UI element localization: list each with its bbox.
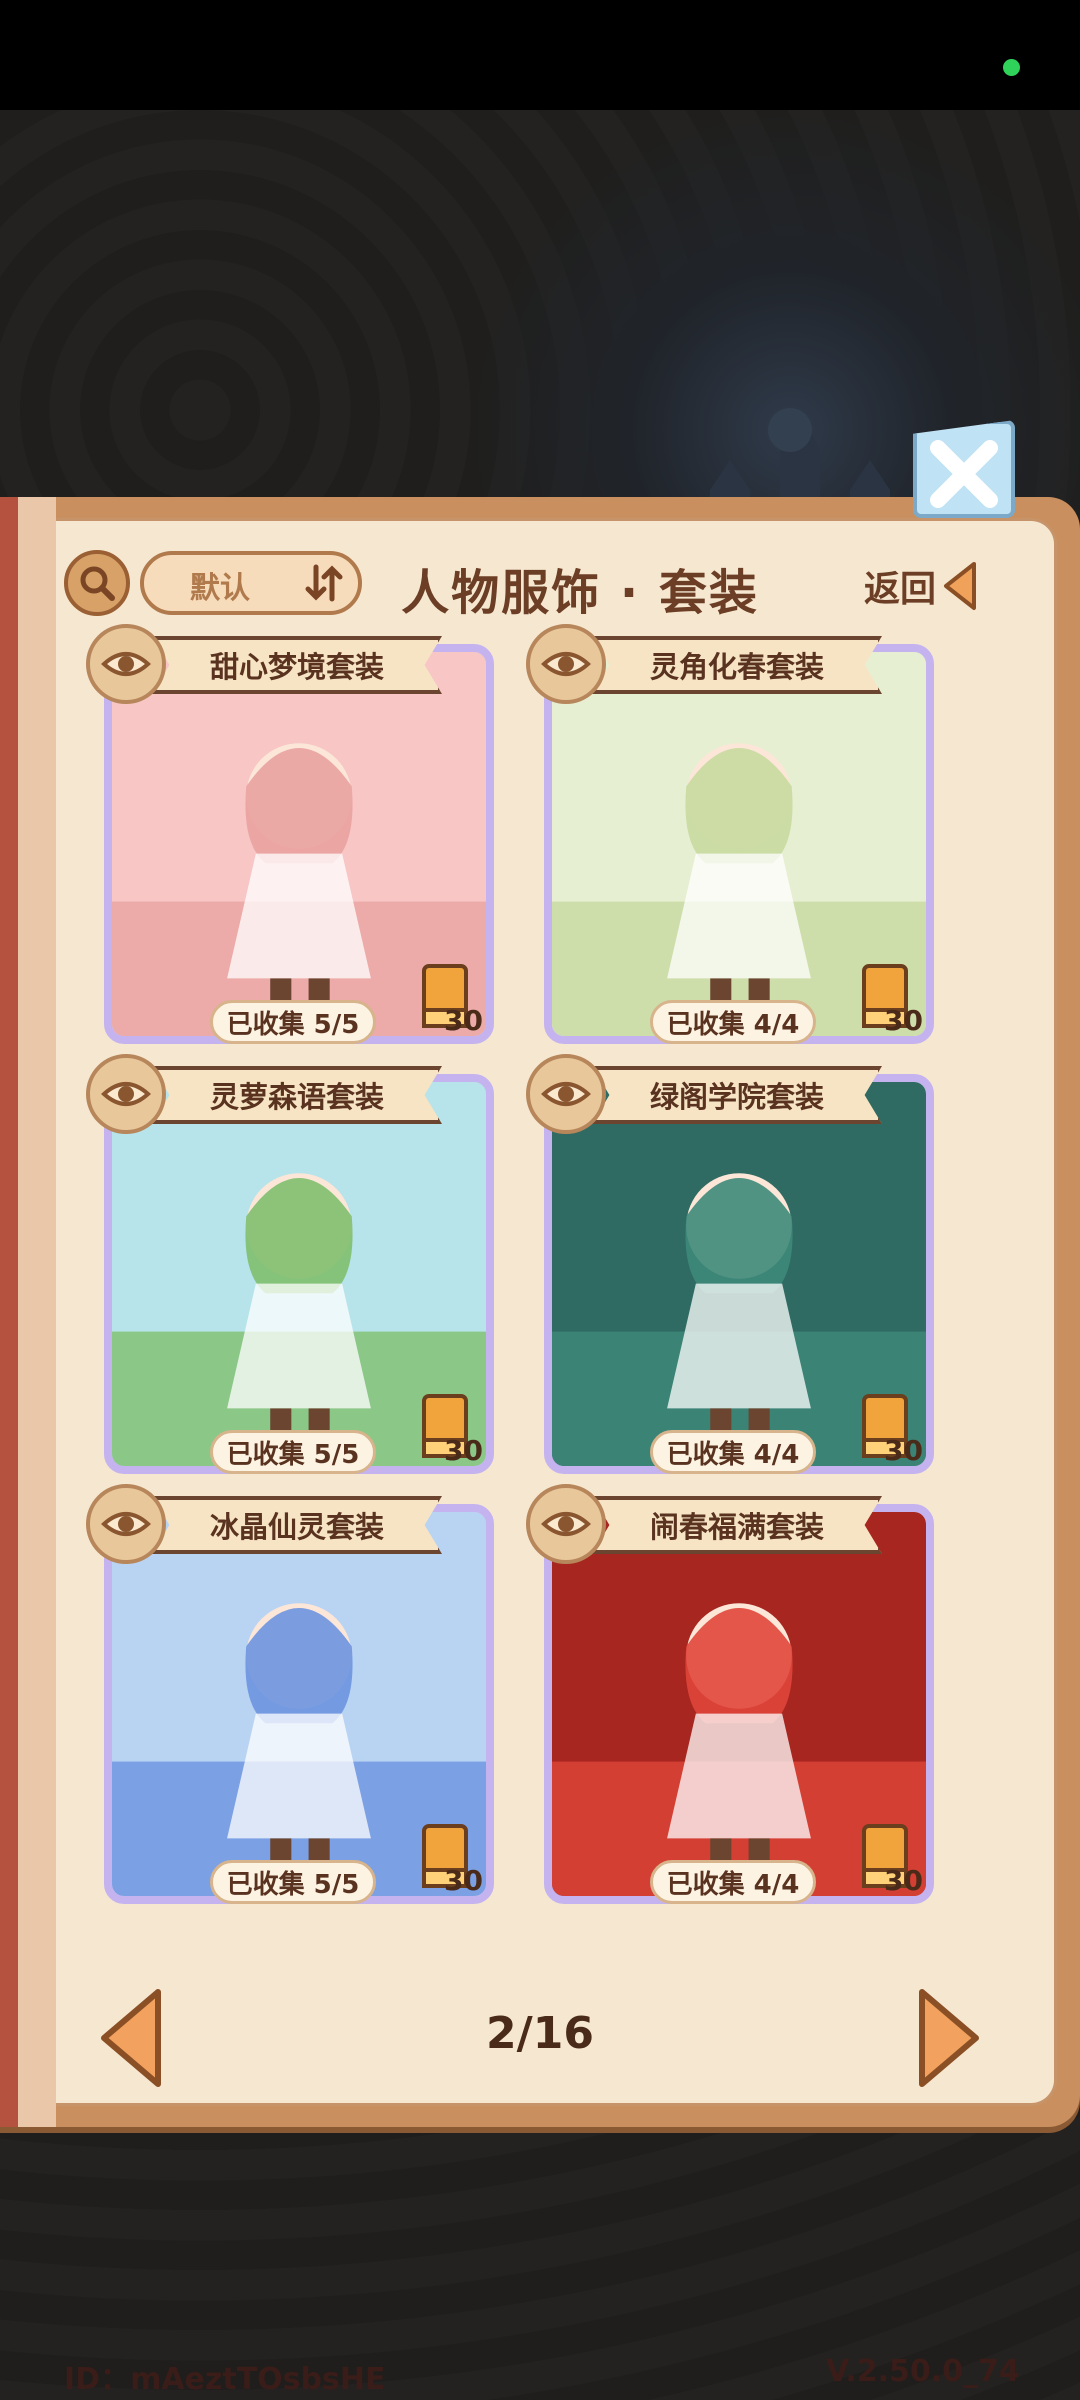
eye-icon <box>101 652 151 676</box>
preview-eye-button[interactable] <box>526 1054 606 1134</box>
sort-label: 默认 <box>190 571 250 606</box>
book-cost: 30 <box>884 1434 923 1467</box>
eye-icon <box>101 1082 151 1106</box>
outfit-name: 冰晶仙灵套装 <box>209 1510 384 1544</box>
status-bar <box>0 0 1080 110</box>
back-arrow-icon <box>944 562 977 610</box>
outfit-title-ribbon: 灵角化春套装 <box>592 636 882 694</box>
eye-icon <box>541 1512 591 1536</box>
outfit-title-ribbon: 甜心梦境套装 <box>152 636 442 694</box>
search-icon <box>80 566 115 601</box>
next-page-button[interactable] <box>914 1986 984 2090</box>
book-cost: 30 <box>884 1004 923 1037</box>
eye-icon <box>101 1512 151 1536</box>
eye-icon <box>541 1082 591 1106</box>
close-icon <box>930 440 998 508</box>
outfit-card[interactable]: 灵萝森语套装 已收集 5/5 30 <box>86 1054 502 1482</box>
outfit-name: 灵萝森语套装 <box>209 1080 384 1114</box>
collected-badge: 已收集 5/5 <box>210 1430 376 1474</box>
page-title: 人物服饰 · 套装 <box>401 565 759 621</box>
preview-eye-button[interactable] <box>86 624 166 704</box>
book-cost: 30 <box>884 1864 923 1897</box>
collected-count: 已收集 4/4 <box>666 1869 800 1900</box>
outfit-name: 闹春福满套装 <box>649 1510 824 1544</box>
outfit-title-ribbon: 闹春福满套装 <box>592 1496 882 1554</box>
collected-count: 已收集 4/4 <box>666 1009 800 1040</box>
outfit-title-ribbon: 冰晶仙灵套装 <box>152 1496 442 1554</box>
search-button[interactable] <box>64 550 130 616</box>
back-label: 返回 <box>864 569 937 610</box>
outfit-card[interactable]: 灵角化春套装 已收集 4/4 30 <box>526 624 942 1052</box>
preview-eye-button[interactable] <box>526 624 606 704</box>
player-id: ID：mAeztTOsbsHE <box>64 2362 386 2397</box>
outfit-name: 甜心梦境套装 <box>209 650 384 684</box>
collected-count: 已收集 4/4 <box>666 1439 800 1470</box>
collected-badge: 已收集 5/5 <box>210 1000 376 1044</box>
collected-badge: 已收集 5/5 <box>210 1860 376 1904</box>
preview-eye-button[interactable] <box>86 1054 166 1134</box>
outfit-card[interactable]: 闹春福满套装 已收集 4/4 30 <box>526 1484 942 1912</box>
collected-badge: 已收集 4/4 <box>650 1000 816 1044</box>
page-indicator: 2/16 <box>486 2008 594 2059</box>
sort-order-icon <box>305 564 343 602</box>
preview-eye-button[interactable] <box>526 1484 606 1564</box>
collected-badge: 已收集 4/4 <box>650 1430 816 1474</box>
book-cost: 30 <box>444 1864 483 1897</box>
sort-button[interactable]: 默认 <box>140 551 362 615</box>
prev-page-button[interactable] <box>96 1986 166 2090</box>
collected-count: 已收集 5/5 <box>226 1009 360 1040</box>
collected-count: 已收集 5/5 <box>226 1439 360 1470</box>
outfit-card[interactable]: 甜心梦境套装 已收集 5/5 30 <box>86 624 502 1052</box>
outfit-title-ribbon: 绿阁学院套装 <box>592 1066 882 1124</box>
privacy-indicator-dot <box>1003 59 1020 76</box>
collected-badge: 已收集 4/4 <box>650 1860 816 1904</box>
outfit-name: 绿阁学院套装 <box>649 1080 824 1114</box>
book-cost: 30 <box>444 1004 483 1037</box>
outfit-card[interactable]: 冰晶仙灵套装 已收集 5/5 30 <box>86 1484 502 1912</box>
back-button[interactable]: 返回 <box>864 557 992 615</box>
preview-eye-button[interactable] <box>86 1484 166 1564</box>
outfit-card[interactable]: 绿阁学院套装 已收集 4/4 30 <box>526 1054 942 1482</box>
close-button[interactable] <box>913 420 1015 518</box>
version-label: V.2.50.0_74 <box>826 2354 1020 2389</box>
book-spine <box>0 497 56 2127</box>
outfit-name: 灵角化春套装 <box>649 650 824 684</box>
book-cost: 30 <box>444 1434 483 1467</box>
collected-count: 已收集 5/5 <box>226 1869 360 1900</box>
eye-icon <box>541 652 591 676</box>
outfit-title-ribbon: 灵萝森语套装 <box>152 1066 442 1124</box>
